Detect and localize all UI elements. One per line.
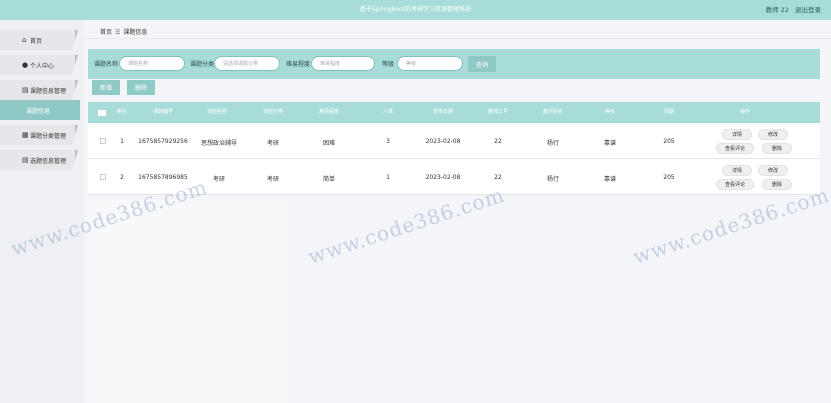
cell-date: 2023-02-08 xyxy=(425,138,461,145)
home-icon: ⌂ xyxy=(22,36,27,44)
col-date: 发布日期 xyxy=(432,109,453,115)
cell-difficulty: 简单 xyxy=(322,176,335,183)
cell-code: 1675857896985 xyxy=(138,174,188,181)
difficulty-label: 难易程度 xyxy=(286,61,311,68)
folder-icon: ▤ xyxy=(22,86,29,94)
user-icon: ● xyxy=(22,61,29,69)
table-row: 1 1675857929256 思想政治辅导 考研 困难 3 2023-02-0… xyxy=(88,123,820,159)
topic-category-label: 课题分类 xyxy=(190,61,215,68)
cell-category: 考研 xyxy=(266,176,279,183)
sidebar-item-home[interactable]: ⌂ 首页 xyxy=(0,30,78,50)
breadcrumb-current: 课题信息 xyxy=(123,29,148,36)
difficulty-input[interactable]: 难易程度 xyxy=(311,56,375,71)
cell-people: 1 xyxy=(386,174,390,181)
watermark: www.code386.com xyxy=(305,182,508,269)
cell-date: 2023-02-08 xyxy=(425,174,461,181)
folder-icon: ▤ xyxy=(22,156,29,164)
cell-code: 1675857929256 xyxy=(138,138,188,145)
user-name: 教师 22 xyxy=(765,6,789,14)
cell-teacher-id: 22 xyxy=(494,174,502,181)
search-panel: 课题名称 课题名称 课题分类 请选择课题分类 难易程度 难易程度 等级 等级 查… xyxy=(88,49,820,79)
sidebar-item-label: 选题信息管理 xyxy=(30,157,67,165)
sidebar-item-label: 课题信息管理 xyxy=(30,87,67,95)
cell-teacher-name: 杨行 xyxy=(546,140,559,147)
sidebar-item-label: 个人中心 xyxy=(30,62,55,70)
col-name: 课题名称 xyxy=(206,109,227,115)
table-header: 索引 课题编号 课题名称 课题分类 难易程度 人数 发布日期 教师工号 教师姓名… xyxy=(88,102,820,123)
sidebar-item-profile[interactable]: ● 个人中心 xyxy=(0,55,78,75)
view-comments-button[interactable]: 查看评论 xyxy=(716,143,754,154)
detail-button[interactable]: 详情 xyxy=(722,129,752,140)
edit-button[interactable]: 修改 xyxy=(758,165,788,176)
cell-level: 靠谱 xyxy=(603,176,616,183)
query-button[interactable]: 查询 xyxy=(468,56,496,72)
cell-teacher-id: 22 xyxy=(494,138,502,145)
col-teacher-name: 教师姓名 xyxy=(542,109,563,115)
sidebar-item-topic-info[interactable]: 课题信息 xyxy=(0,100,80,120)
cell-difficulty: 困难 xyxy=(322,140,335,147)
cell-cycle: 205 xyxy=(663,138,675,145)
grid-icon: ▦ xyxy=(22,131,29,139)
cell-people: 3 xyxy=(386,138,390,145)
cell-index: 1 xyxy=(120,138,124,145)
detail-button[interactable]: 详情 xyxy=(722,165,752,176)
sidebar-item-topic-manage[interactable]: ▤ 课题信息管理 xyxy=(0,80,78,100)
row-checkbox[interactable] xyxy=(100,138,106,144)
user-area: 教师 22 退出登录 xyxy=(762,4,821,14)
row-delete-button[interactable]: 删除 xyxy=(762,143,792,154)
cell-teacher-name: 杨行 xyxy=(546,176,559,183)
content-blank-area xyxy=(88,200,288,403)
col-cycle: 周期 xyxy=(663,109,674,115)
topic-name-input[interactable]: 课题名称 xyxy=(119,56,185,71)
divider xyxy=(85,38,831,39)
add-button[interactable]: 新增 xyxy=(92,80,120,95)
cell-level: 靠谱 xyxy=(603,140,616,147)
breadcrumb: 首页 ☰ 课题信息 xyxy=(100,27,147,36)
col-teacher-id: 教师工号 xyxy=(487,109,508,115)
sidebar: ⌂ 首页 ● 个人中心 ▤ 课题信息管理 课题信息 ▦ 课题分类管理 ▤ 选题信… xyxy=(0,20,84,403)
col-category: 课题分类 xyxy=(262,109,283,115)
cell-category: 考研 xyxy=(266,140,279,147)
col-code: 课题编号 xyxy=(152,109,173,115)
edit-button[interactable]: 修改 xyxy=(758,129,788,140)
level-label: 等级 xyxy=(382,61,395,68)
row-checkbox[interactable] xyxy=(100,174,106,180)
level-input[interactable]: 等级 xyxy=(397,56,463,71)
top-bar: 基于SpringBoot的考研学习资源管理系统 教师 22 退出登录 xyxy=(0,0,831,20)
app-title: 基于SpringBoot的考研学习资源管理系统 xyxy=(359,6,472,13)
breadcrumb-separator: ☰ xyxy=(115,29,121,36)
col-operations: 操作 xyxy=(739,109,750,115)
watermark: www.code386.com xyxy=(630,182,831,269)
col-people: 人数 xyxy=(382,109,393,115)
sidebar-item-label: 课题信息 xyxy=(26,107,51,115)
view-comments-button[interactable]: 查看评论 xyxy=(716,179,754,190)
delete-button[interactable]: 删除 xyxy=(127,80,155,95)
cell-index: 2 xyxy=(120,174,124,181)
col-difficulty: 难易程度 xyxy=(318,109,339,115)
cell-name: 思想政治辅导 xyxy=(200,140,237,147)
cell-cycle: 205 xyxy=(663,174,675,181)
logout-link[interactable]: 退出登录 xyxy=(795,6,821,14)
sidebar-item-selection-manage[interactable]: ▤ 选题信息管理 xyxy=(0,150,78,170)
topic-category-select[interactable]: 请选择课题分类 xyxy=(214,56,280,71)
sidebar-item-label: 首页 xyxy=(30,37,43,45)
col-level: 等级 xyxy=(604,109,615,115)
breadcrumb-home[interactable]: 首页 xyxy=(100,29,112,36)
sidebar-item-category-manage[interactable]: ▦ 课题分类管理 xyxy=(0,125,78,145)
sidebar-item-label: 课题分类管理 xyxy=(30,132,67,140)
select-all-checkbox[interactable] xyxy=(98,110,106,116)
row-delete-button[interactable]: 删除 xyxy=(762,179,792,190)
col-index: 索引 xyxy=(116,109,127,115)
topic-name-label: 课题名称 xyxy=(94,61,119,68)
